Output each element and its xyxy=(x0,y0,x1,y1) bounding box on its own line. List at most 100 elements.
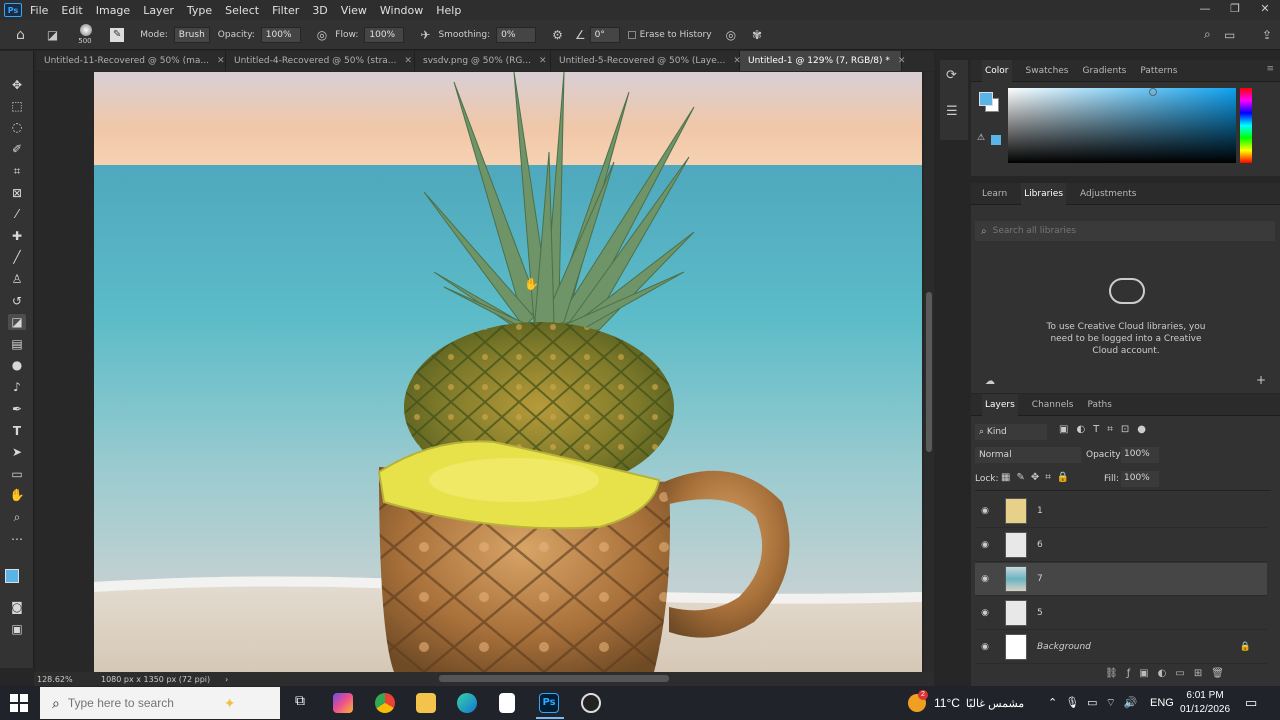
websafe-swatch[interactable] xyxy=(991,135,1001,145)
layer-row-1[interactable]: ◉ 1 xyxy=(975,495,1267,528)
vertical-scrollbar[interactable] xyxy=(924,72,934,672)
color-picker-ring[interactable] xyxy=(1149,88,1157,96)
language-indicator[interactable]: ENG xyxy=(1150,686,1174,720)
tab-color[interactable]: Color xyxy=(982,59,1012,82)
zoom-tool-icon[interactable]: ⌕ xyxy=(8,509,26,525)
pressure-opacity-icon[interactable]: ◎ xyxy=(317,28,327,42)
taskbar-search-input[interactable] xyxy=(67,696,218,710)
eye-icon[interactable]: ◉ xyxy=(977,608,993,618)
menu-filter[interactable]: Filter xyxy=(272,4,299,17)
cloud-sync-icon[interactable]: ☁ xyxy=(985,376,995,387)
document-canvas[interactable]: ✋ xyxy=(94,72,922,672)
close-tab-icon[interactable]: ✕ xyxy=(404,56,412,66)
crop-tool-icon[interactable]: ⌗ xyxy=(8,163,26,179)
path-select-tool-icon[interactable]: ➤ xyxy=(8,444,26,460)
layer-filter-icons[interactable]: ▣◐T⌗⊡● xyxy=(1059,424,1154,435)
opacity-field[interactable]: 100% xyxy=(260,26,301,43)
layer-filter-select[interactable]: ⌕ Kind xyxy=(975,424,1047,440)
tab-patterns[interactable]: Patterns xyxy=(1140,60,1177,82)
eye-icon[interactable]: ◉ xyxy=(977,574,993,584)
system-tray-icons[interactable]: ⌃🎙▭⌔🔊 xyxy=(1048,686,1146,720)
eyedropper-tool-icon[interactable]: ⁄ xyxy=(8,206,26,222)
clone-stamp-tool-icon[interactable]: ♙ xyxy=(8,271,26,287)
tab-paths[interactable]: Paths xyxy=(1087,394,1111,416)
close-window-icon[interactable]: ✕ xyxy=(1250,0,1280,20)
menu-image[interactable]: Image xyxy=(96,4,130,17)
eye-icon[interactable]: ◉ xyxy=(977,540,993,550)
menu-type[interactable]: Type xyxy=(187,4,212,17)
tab-untitled-1[interactable]: Untitled-1 @ 129% (7, RGB/8) * ✕ xyxy=(740,51,905,71)
tab-learn[interactable]: Learn xyxy=(982,183,1007,205)
taskbar-search[interactable]: ⌕ ✦ xyxy=(40,687,280,719)
airbrush-icon[interactable]: ✈ xyxy=(420,28,430,42)
hand-tool-icon[interactable]: ✋ xyxy=(8,487,26,503)
layer-row-7[interactable]: ◉ 7 xyxy=(975,563,1267,596)
color-field[interactable] xyxy=(1008,88,1236,163)
foreground-color-swatch[interactable] xyxy=(5,569,19,583)
more-tools-icon[interactable]: ⋯ xyxy=(8,531,26,547)
type-tool-icon[interactable]: T xyxy=(8,423,26,439)
layer-row-6[interactable]: ◉ 6 xyxy=(975,529,1267,562)
notifications-icon[interactable]: ▭ xyxy=(1245,686,1257,720)
menu-view[interactable]: View xyxy=(341,4,367,17)
history-panel-icon[interactable]: ⟳ xyxy=(946,68,957,83)
blend-mode-select[interactable]: Normal xyxy=(975,447,1081,463)
libraries-search[interactable]: ⌕ xyxy=(975,221,1275,241)
menu-3d[interactable]: 3D xyxy=(312,4,327,17)
clock[interactable]: 6:01 PM 01/12/2026 xyxy=(1180,686,1230,720)
pressure-size-icon[interactable]: ◎ xyxy=(726,28,736,42)
add-library-icon[interactable]: + xyxy=(1256,373,1266,387)
layer-opacity-field[interactable]: 100% xyxy=(1121,447,1159,463)
brush-settings-icon[interactable]: ✎ xyxy=(110,27,125,42)
tab-channels[interactable]: Channels xyxy=(1032,394,1074,416)
tab-layers[interactable]: Layers xyxy=(982,393,1018,416)
file-explorer-icon[interactable] xyxy=(416,693,436,713)
tab-untitled-5[interactable]: Untitled-5-Recovered @ 50% (Laye... ✕ xyxy=(551,51,741,71)
menu-help[interactable]: Help xyxy=(436,4,461,17)
canvas-area[interactable]: ✋ xyxy=(36,72,922,672)
layer-row-background[interactable]: ◉ Background 🔒 xyxy=(975,631,1267,664)
eraser-tool-icon[interactable]: ◪ xyxy=(8,314,26,330)
eraser-tool-icon[interactable]: ◪ xyxy=(47,28,58,42)
screen-mode-icon[interactable]: ▣ xyxy=(8,621,26,637)
properties-panel-icon[interactable]: ☰ xyxy=(946,104,958,119)
close-tab-icon[interactable]: ✕ xyxy=(217,56,225,66)
brush-tool-icon[interactable]: ╱ xyxy=(8,249,26,265)
share-icon[interactable]: ⇪ xyxy=(1262,28,1272,42)
layers-footer-icons[interactable]: ⛓ƒ▣◐▭⊞🗑 xyxy=(1105,668,1233,679)
eye-icon[interactable]: ◉ xyxy=(977,506,993,516)
frame-tool-icon[interactable]: ⊠ xyxy=(8,185,26,201)
healing-brush-tool-icon[interactable]: ✚ xyxy=(8,228,26,244)
lasso-tool-icon[interactable]: ◌ xyxy=(8,119,26,135)
gear-icon[interactable]: ⚙ xyxy=(552,28,563,42)
brush-preset-picker[interactable]: 500 xyxy=(72,21,102,49)
flow-field[interactable]: 100% xyxy=(364,26,405,43)
close-tab-icon[interactable]: ✕ xyxy=(898,56,906,66)
smoothing-field[interactable]: 0% xyxy=(496,26,537,43)
fill-field[interactable]: 100% xyxy=(1121,471,1159,487)
tab-gradients[interactable]: Gradients xyxy=(1083,60,1127,82)
chrome-icon[interactable] xyxy=(375,693,395,713)
pen-tool-icon[interactable]: ✒ xyxy=(8,401,26,417)
quick-select-tool-icon[interactable]: ✐ xyxy=(8,141,26,157)
erase-history-checkbox[interactable] xyxy=(627,30,636,39)
edge-icon[interactable] xyxy=(457,693,477,713)
notepad-icon[interactable] xyxy=(499,693,515,713)
angle-field[interactable]: 0° xyxy=(589,26,620,43)
tab-svsdv[interactable]: svsdv.png @ 50% (RG... ✕ xyxy=(415,51,551,71)
horizontal-scroll-thumb[interactable] xyxy=(439,675,669,682)
obs-icon[interactable] xyxy=(581,693,601,713)
tab-untitled-11[interactable]: Untitled-11-Recovered @ 50% (ma... ✕ xyxy=(36,51,226,71)
menu-file[interactable]: File xyxy=(30,4,48,17)
workspace-icon[interactable]: ▭ xyxy=(1224,28,1235,42)
tab-untitled-4[interactable]: Untitled-4-Recovered @ 50% (stra... ✕ xyxy=(226,51,415,71)
layer-row-5[interactable]: ◉ 5 xyxy=(975,597,1267,630)
copilot-icon[interactable] xyxy=(333,693,353,713)
home-icon[interactable]: ⌂ xyxy=(16,27,25,43)
marquee-tool-icon[interactable]: ⬚ xyxy=(8,98,26,114)
panel-menu-icon[interactable]: ≡ xyxy=(1266,64,1274,74)
eye-icon[interactable]: ◉ xyxy=(977,642,993,652)
symmetry-icon[interactable]: ✾ xyxy=(752,28,762,42)
dodge-tool-icon[interactable]: ♪ xyxy=(8,379,26,395)
menu-select[interactable]: Select xyxy=(225,4,259,17)
